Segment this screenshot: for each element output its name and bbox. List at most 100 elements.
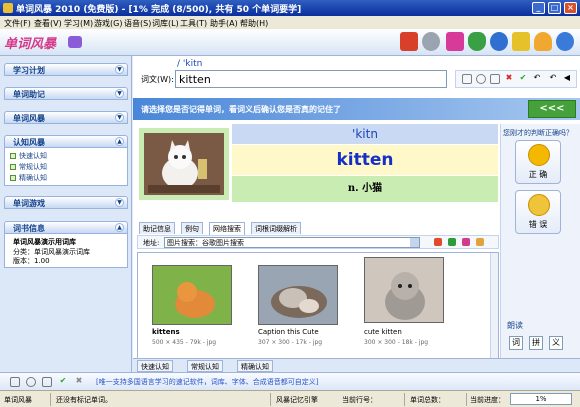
section-study-plan[interactable]: 学习计划 ▼ — [4, 63, 128, 76]
menu-study[interactable]: 学习(M) — [64, 18, 93, 29]
section-games[interactable]: 单词游戏 ▼ — [4, 196, 128, 209]
shield-icon[interactable] — [468, 32, 486, 51]
menu-game[interactable]: 游戏(G) — [94, 18, 122, 29]
chevron-down-icon[interactable]: ▼ — [115, 113, 124, 122]
delete-icon[interactable]: ✖ — [74, 377, 84, 387]
address-select[interactable]: 图片搜索：谷歌图片搜索 — [164, 237, 420, 248]
menu-assistant[interactable]: 助手(A) — [210, 18, 238, 29]
result-thumbnail[interactable] — [364, 257, 444, 323]
speaker-icon[interactable]: ◀ — [562, 74, 572, 84]
result-thumbnail[interactable] — [152, 265, 232, 325]
book-info-panel: 单词风暴演示用词库 分类：单词风暴演示词库 版本：1.00 — [4, 234, 128, 268]
maximize-icon[interactable]: □ — [548, 2, 561, 14]
book-version: 版本：1.00 — [13, 257, 50, 265]
result-dimensions: 300 × 300 - 18k - jpg — [364, 339, 429, 346]
hint-bar: 请选择您是否记得单词，看词义后确认您是否真的记住了 <<< — [133, 98, 580, 120]
stop-icon[interactable] — [462, 238, 470, 246]
delete-icon[interactable]: ✖ — [504, 74, 514, 84]
sidebar-item-normal[interactable]: 常规认知 — [10, 162, 47, 172]
logo-mark-icon — [68, 36, 82, 48]
status-message: 还没有标记单词。 — [56, 396, 112, 404]
judge-panel: 您刚才的判断正确吗？ 正 确 错 误 朗读 词 拼 义 — [500, 124, 580, 370]
bottom-tabs: 快速认知 常规认知 精确认知 — [133, 358, 580, 372]
check-icon[interactable]: ✔ — [518, 74, 528, 84]
chevron-up-icon[interactable]: ▲ — [115, 137, 124, 146]
sidebar: 学习计划 ▼ 单词助记 ▼ 单词风暴 ▼ 认知风暴 ▲ 快速认知 常规认知 精确… — [0, 56, 132, 372]
new-icon[interactable] — [10, 377, 20, 387]
tab-root-analysis[interactable]: 词根词缀解析 — [251, 222, 301, 234]
user-icon[interactable] — [490, 32, 508, 51]
search-icon[interactable] — [476, 74, 486, 84]
read-meaning-button[interactable]: 义 — [549, 336, 563, 350]
undo2-icon[interactable]: ↶ — [548, 74, 558, 84]
next-button[interactable]: <<< — [528, 100, 576, 118]
chevron-up-icon[interactable]: ▲ — [115, 223, 124, 232]
section-title: 学习计划 — [13, 66, 45, 75]
search-icon[interactable] — [26, 377, 36, 387]
disc-icon[interactable] — [422, 32, 440, 51]
document-icon[interactable] — [512, 32, 530, 51]
status-separator — [466, 393, 467, 406]
status-bar: 单词风暴 还没有标记单词。 风暴记忆引擎 当前行号： 单词总数： 当前进度： 1… — [0, 390, 580, 407]
check-box-icon — [10, 164, 16, 170]
status-separator — [404, 393, 405, 406]
bottom-tab-quick[interactable]: 快速认知 — [137, 360, 173, 372]
section-title: 单词风暴 — [13, 114, 45, 123]
music-icon[interactable] — [446, 32, 464, 51]
menu-file[interactable]: 文件(F) — [4, 18, 31, 29]
bottom-tab-normal[interactable]: 常规认知 — [187, 360, 223, 372]
result-thumbnail[interactable] — [258, 265, 338, 325]
chevron-down-icon[interactable]: ▼ — [115, 89, 124, 98]
read-word-button[interactable]: 词 — [509, 336, 523, 350]
wrong-button[interactable]: 错 误 — [515, 190, 561, 234]
status-separator — [270, 393, 271, 406]
go-icon[interactable] — [434, 238, 442, 246]
sidebar-item-quick[interactable]: 快速认知 — [10, 151, 47, 161]
read-spelling-button[interactable]: 拼 — [529, 336, 543, 350]
tab-examples[interactable]: 例句 — [181, 222, 203, 234]
chevron-down-icon[interactable]: ▼ — [115, 65, 124, 74]
favorite-icon[interactable] — [476, 238, 484, 246]
help-icon[interactable] — [556, 32, 574, 51]
result-caption[interactable]: Caption this Cute — [258, 328, 319, 336]
progress-indicator: 1% — [510, 393, 572, 405]
undo-icon[interactable]: ↶ — [532, 74, 542, 84]
word-input[interactable] — [175, 70, 447, 88]
section-word-storm[interactable]: 单词风暴 ▼ — [4, 111, 128, 124]
menu-help[interactable]: 帮助(H) — [240, 18, 268, 29]
info-tabs: 助记信息 例句 网络搜索 词根词缀解析 — [137, 222, 499, 235]
close-icon[interactable]: × — [564, 2, 577, 14]
result-caption[interactable]: cute kitten — [364, 328, 402, 336]
chevron-down-icon[interactable]: ▼ — [115, 198, 124, 207]
menu-voice[interactable]: 语音(S) — [124, 18, 151, 29]
menu-view[interactable]: 查看(V) — [34, 18, 62, 29]
book-name: 单词风暴演示用词库 — [13, 238, 76, 246]
refresh-icon[interactable] — [448, 238, 456, 246]
address-label: 地址: — [143, 239, 160, 247]
check-icon[interactable]: ✔ — [58, 377, 68, 387]
menu-library[interactable]: 词库(L) — [152, 18, 179, 29]
section-word-memory[interactable]: 单词助记 ▼ — [4, 87, 128, 100]
result-caption[interactable]: kittens — [152, 328, 180, 336]
result-dimensions: 307 × 300 - 17k - jpg — [258, 339, 323, 346]
minimize-icon[interactable]: _ — [532, 2, 545, 14]
check-box-icon — [10, 175, 16, 181]
word-display: kitten — [232, 145, 498, 175]
edit-icon[interactable] — [490, 74, 500, 84]
edit-icon[interactable] — [42, 377, 52, 387]
sidebar-item-precise[interactable]: 精确认知 — [10, 173, 47, 183]
tab-web-search[interactable]: 网络搜索 — [209, 222, 245, 235]
section-cognition[interactable]: 认知风暴 ▲ — [4, 135, 128, 148]
vertical-scrollbar[interactable] — [490, 253, 498, 369]
menu-tools[interactable]: 工具(T) — [180, 18, 207, 29]
section-book-info[interactable]: 词书信息 ▲ — [4, 221, 128, 234]
new-icon[interactable] — [462, 74, 472, 84]
home-icon[interactable] — [400, 32, 418, 51]
bottom-tab-precise[interactable]: 精确认知 — [237, 360, 273, 372]
status-progress-label: 当前进度： — [470, 396, 505, 404]
correct-button[interactable]: 正 确 — [515, 140, 561, 184]
lightbulb-icon[interactable] — [534, 32, 552, 51]
sidebar-item-label: 精确认知 — [19, 174, 47, 182]
tab-memory-info[interactable]: 助记信息 — [139, 222, 175, 234]
chevron-down-icon — [410, 238, 419, 247]
